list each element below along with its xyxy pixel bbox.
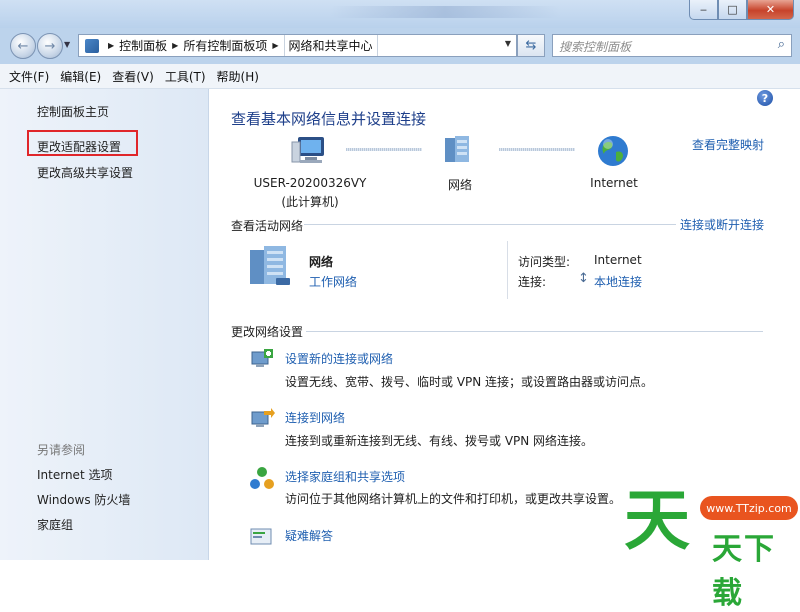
task-troubleshoot[interactable]: 疑难解答	[285, 527, 333, 544]
window: ‒ □ ✕ ← → ▼ ▶ 控制面板 ▶ 所有控制面板项 ▶ 网络和共享中心 ▼…	[0, 0, 800, 611]
address-row: ← → ▼ ▶ 控制面板 ▶ 所有控制面板项 ▶ 网络和共享中心 ▼ ⇆ 搜索控…	[0, 28, 800, 64]
connect-disconnect-link[interactable]: 连接或断开连接	[680, 216, 764, 233]
minimize-icon: ‒	[700, 3, 707, 16]
network-label: 网络	[447, 178, 472, 192]
menu-edit[interactable]: 编辑(E)	[60, 68, 101, 85]
left-nav-pane	[0, 89, 209, 560]
breadcrumb-label: 网络和共享中心	[283, 35, 378, 56]
section-rule	[304, 224, 676, 225]
watermark-text: 天下载	[712, 532, 776, 611]
close-icon: ✕	[765, 3, 776, 16]
see-also-internet-options[interactable]: Internet 选项	[37, 466, 112, 483]
control-panel-icon	[85, 38, 99, 53]
internet-label: Internet	[590, 176, 638, 190]
refresh-button[interactable]: ⇆	[517, 34, 545, 57]
forward-button[interactable]: →	[37, 33, 63, 59]
menu-tools[interactable]: 工具(T)	[165, 68, 206, 85]
section-rule	[306, 331, 763, 332]
sidebar-item-advanced-sharing[interactable]: 更改高级共享设置	[37, 164, 133, 181]
active-networks-heading: 查看活动网络	[231, 219, 304, 233]
chevron-right-icon: ▶	[272, 41, 279, 50]
breadcrumb-1[interactable]: ▶ 所有控制面板项	[167, 35, 267, 56]
view-full-map-link[interactable]: 查看完整映射	[692, 136, 764, 153]
computer-icon	[291, 137, 324, 163]
breadcrumb-label: 控制面板	[119, 39, 168, 53]
access-type-value: Internet	[594, 253, 642, 267]
help-icon[interactable]: ?	[757, 90, 773, 106]
ethernet-icon: ↕	[578, 271, 589, 286]
maximize-button[interactable]: □	[718, 0, 747, 20]
task-connect-network-desc: 连接到或重新连接到无线、有线、拨号或 VPN 网络连接。	[285, 434, 594, 448]
search-box[interactable]: 搜索控制面板 ⌕	[552, 34, 792, 57]
menu-help[interactable]: 帮助(H)	[217, 68, 259, 85]
maximize-icon: □	[727, 3, 738, 16]
task-setup-connection-desc: 设置无线、宽带、拨号、临时或 VPN 连接；或设置路由器或访问点。	[285, 375, 654, 389]
computer-sub-label: (此计算机)	[281, 195, 339, 209]
vertical-divider	[507, 241, 508, 299]
menu-bar: 文件(F) 编辑(E) 查看(V) 工具(T) 帮助(H)	[0, 64, 800, 89]
breadcrumb-label: 所有控制面板项	[183, 39, 268, 53]
breadcrumb-0[interactable]: ▶ 控制面板	[103, 35, 167, 56]
breadcrumb-2[interactable]: ▶ 网络和共享中心	[267, 35, 378, 56]
watermark-logo: 天 www.TTzip.com 天下载	[624, 482, 800, 611]
task-connect-network[interactable]: 连接到网络	[285, 409, 345, 426]
access-type-label: 访问类型:	[518, 255, 571, 269]
change-settings-heading: 更改网络设置	[231, 325, 304, 339]
active-network-name: 网络	[309, 255, 334, 269]
chevron-right-icon: ▶	[108, 41, 115, 50]
troubleshoot-icon	[250, 528, 272, 545]
recent-pages-dropdown[interactable]: ▼	[64, 40, 70, 49]
address-dropdown-icon[interactable]: ▼	[505, 39, 511, 48]
task-homegroup-sharing[interactable]: 选择家庭组和共享选项	[285, 468, 405, 485]
new-connection-icon	[251, 349, 273, 367]
menu-view[interactable]: 查看(V)	[112, 68, 154, 85]
local-connection-link[interactable]: 本地连接	[594, 273, 642, 290]
network-icon	[445, 136, 469, 162]
network-type-link[interactable]: 工作网络	[309, 273, 357, 290]
homegroup-icon	[250, 467, 274, 489]
highlight-box	[27, 130, 138, 156]
connection-label: 连接:	[518, 275, 547, 289]
watermark-big-char: 天	[624, 482, 690, 559]
forward-arrow-icon: →	[44, 38, 56, 54]
see-also-windows-firewall[interactable]: Windows 防火墙	[37, 491, 130, 508]
see-also-heading: 另请参阅	[37, 443, 86, 457]
page-title: 查看基本网络信息并设置连接	[231, 110, 427, 128]
work-network-icon	[250, 246, 290, 285]
back-arrow-icon: ←	[17, 38, 29, 54]
title-bar-blur	[330, 6, 560, 18]
chevron-right-icon: ▶	[172, 41, 179, 50]
minimize-button[interactable]: ‒	[689, 0, 718, 20]
search-placeholder: 搜索控制面板	[559, 40, 632, 54]
caption-buttons: ‒ □ ✕	[689, 0, 794, 20]
task-homegroup-sharing-desc: 访问位于其他网络计算机上的文件和打印机，或更改共享设置。	[285, 492, 622, 506]
see-also-homegroup[interactable]: 家庭组	[37, 516, 73, 533]
back-button[interactable]: ←	[10, 33, 36, 59]
connector-line	[346, 148, 422, 151]
title-bar: ‒ □ ✕	[0, 0, 800, 28]
task-setup-connection[interactable]: 设置新的连接或网络	[285, 350, 393, 367]
address-bar[interactable]: ▶ 控制面板 ▶ 所有控制面板项 ▶ 网络和共享中心 ▼	[78, 34, 517, 57]
menu-file[interactable]: 文件(F)	[9, 68, 49, 85]
connect-network-icon	[251, 408, 275, 427]
internet-globe-icon	[598, 136, 628, 166]
close-button[interactable]: ✕	[747, 0, 794, 20]
computer-name: USER-20200326VY	[253, 176, 367, 190]
sidebar-item-control-panel-home[interactable]: 控制面板主页	[37, 103, 109, 120]
refresh-icon: ⇆	[525, 38, 537, 53]
connector-line	[499, 148, 575, 151]
watermark-url: www.TTzip.com	[700, 496, 798, 520]
search-icon[interactable]: ⌕	[778, 37, 785, 52]
